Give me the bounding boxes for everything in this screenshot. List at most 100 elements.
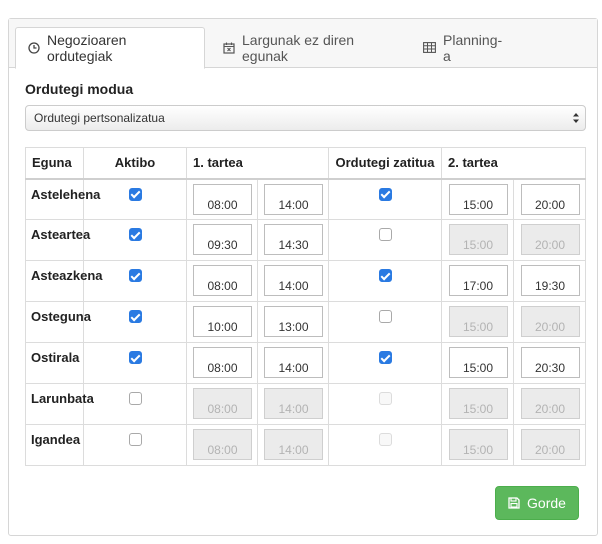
schedule-panel: Negozioaren ordutegiak Largunak ez diren… bbox=[8, 18, 598, 536]
range-2-cell: 15:00 20:00 bbox=[441, 383, 586, 425]
range-2-start-input: 15:00 bbox=[448, 224, 508, 255]
split-checkbox bbox=[378, 433, 392, 446]
active-checkbox[interactable] bbox=[128, 310, 142, 323]
select-arrows-icon bbox=[573, 113, 579, 123]
day-name: Larunbata bbox=[25, 383, 94, 425]
range-1-cell: 10:00 13:00 bbox=[186, 301, 329, 343]
table-row: Asteartea 09:30 14:30 15:00 20:00 bbox=[25, 219, 586, 261]
header-range-1: 1. tartea bbox=[186, 147, 329, 180]
active-cell bbox=[83, 301, 187, 343]
tab-label: Largunak ez diren egunak bbox=[242, 31, 355, 64]
range-2-end-input[interactable]: 20:30 bbox=[520, 347, 580, 378]
split-cell bbox=[328, 178, 442, 220]
split-checkbox[interactable] bbox=[378, 187, 392, 201]
table-row: Ostirala 08:00 14:00 15:00 20:30 bbox=[25, 342, 586, 384]
tab-planning[interactable]: Planning-a bbox=[411, 27, 521, 68]
table-row: Astelehena 08:00 14:00 15:00 20:00 bbox=[25, 178, 586, 220]
range-1-start-input[interactable]: 08:00 bbox=[193, 347, 252, 378]
split-checkbox[interactable] bbox=[378, 351, 392, 364]
table-row: Larunbata 08:00 14:00 15:00 20:00 bbox=[25, 383, 586, 425]
range-1-end-input[interactable]: 14:00 bbox=[264, 183, 323, 215]
header-active: Aktibo bbox=[83, 147, 187, 180]
table-icon bbox=[423, 42, 436, 53]
range-1-start-input: 08:00 bbox=[193, 429, 252, 460]
tab-bar: Negozioaren ordutegiak Largunak ez diren… bbox=[9, 19, 597, 69]
range-1-cell: 08:00 14:00 bbox=[186, 260, 329, 302]
range-1-end-input[interactable]: 14:00 bbox=[264, 347, 323, 378]
active-cell bbox=[83, 383, 187, 425]
range-1-start-input[interactable]: 10:00 bbox=[193, 306, 252, 337]
schedule-mode-value: Ordutegi pertsonalizatua bbox=[34, 111, 165, 125]
split-cell bbox=[328, 383, 442, 425]
day-name: Osteguna bbox=[25, 301, 91, 343]
tab-business-hours[interactable]: Negozioaren ordutegiak bbox=[15, 27, 205, 69]
split-checkbox[interactable] bbox=[378, 310, 392, 323]
range-2-start-input[interactable]: 17:00 bbox=[448, 265, 508, 296]
range-1-start-input: 08:00 bbox=[193, 388, 252, 419]
split-checkbox[interactable] bbox=[378, 269, 392, 282]
header-split: Ordutegi zatitua bbox=[328, 147, 442, 180]
tab-non-working-days[interactable]: Largunak ez diren egunak bbox=[211, 27, 403, 68]
table-row: Asteazkena 08:00 14:00 17:00 19:30 bbox=[25, 260, 586, 302]
range-2-start-input: 15:00 bbox=[448, 388, 508, 419]
range-1-end-input[interactable]: 13:00 bbox=[264, 306, 323, 337]
range-2-end-input: 20:00 bbox=[520, 306, 580, 337]
range-2-cell: 15:00 20:30 bbox=[441, 342, 586, 384]
active-checkbox[interactable] bbox=[128, 187, 142, 201]
range-1-start-input[interactable]: 08:00 bbox=[193, 183, 252, 215]
range-2-cell: 15:00 20:00 bbox=[441, 301, 586, 343]
split-checkbox[interactable] bbox=[378, 228, 392, 241]
range-1-start-input[interactable]: 08:00 bbox=[193, 265, 252, 296]
day-name: Asteazkena bbox=[25, 260, 103, 302]
day-name: Asteartea bbox=[25, 219, 90, 261]
schedule-mode-select[interactable]: Ordutegi pertsonalizatua bbox=[25, 105, 586, 131]
range-2-cell: 15:00 20:00 bbox=[441, 178, 586, 220]
header-range-2: 2. tartea bbox=[441, 147, 586, 180]
range-2-cell: 15:00 20:00 bbox=[441, 424, 586, 466]
active-checkbox[interactable] bbox=[128, 433, 142, 446]
active-cell bbox=[83, 342, 187, 384]
split-cell bbox=[328, 301, 442, 343]
range-2-start-input[interactable]: 15:00 bbox=[448, 347, 508, 378]
active-cell bbox=[83, 219, 187, 261]
active-checkbox[interactable] bbox=[128, 351, 142, 364]
schedule-mode-label: Ordutegi modua bbox=[25, 81, 134, 97]
range-1-start-input[interactable]: 09:30 bbox=[193, 224, 252, 255]
calendar-x-icon bbox=[223, 42, 235, 54]
range-2-end-input: 20:00 bbox=[520, 429, 580, 460]
tab-label: Planning-a bbox=[443, 31, 503, 64]
range-1-end-input[interactable]: 14:00 bbox=[264, 265, 323, 296]
schedule-table: Eguna Aktibo 1. tartea Ordutegi zatitua … bbox=[25, 147, 586, 466]
range-1-end-input[interactable]: 14:30 bbox=[264, 224, 323, 255]
active-cell bbox=[83, 424, 187, 466]
table-row: Osteguna 10:00 13:00 15:00 20:00 bbox=[25, 301, 586, 343]
save-label: Gorde bbox=[527, 495, 566, 511]
range-2-end-input[interactable]: 20:00 bbox=[520, 183, 580, 215]
range-2-end-input: 20:00 bbox=[520, 388, 580, 419]
table-row: Igandea 08:00 14:00 15:00 20:00 bbox=[25, 424, 586, 466]
split-cell bbox=[328, 219, 442, 261]
range-1-cell: 08:00 14:00 bbox=[186, 424, 329, 466]
active-checkbox[interactable] bbox=[128, 228, 142, 241]
range-2-start-input[interactable]: 15:00 bbox=[448, 183, 508, 215]
range-1-end-input: 14:00 bbox=[264, 429, 323, 460]
range-2-cell: 17:00 19:30 bbox=[441, 260, 586, 302]
active-checkbox[interactable] bbox=[128, 392, 142, 405]
range-1-cell: 08:00 14:00 bbox=[186, 342, 329, 384]
day-name: Igandea bbox=[25, 424, 84, 466]
table-header-row: Eguna Aktibo 1. tartea Ordutegi zatitua … bbox=[25, 147, 586, 180]
split-cell bbox=[328, 424, 442, 466]
save-button[interactable]: Gorde bbox=[495, 486, 579, 520]
range-2-end-input[interactable]: 19:30 bbox=[520, 265, 580, 296]
range-1-end-input: 14:00 bbox=[264, 388, 323, 419]
tab-label: Negozioaren ordutegiak bbox=[47, 32, 127, 64]
range-1-cell: 08:00 14:00 bbox=[186, 178, 329, 220]
range-2-start-input: 15:00 bbox=[448, 306, 508, 337]
active-checkbox[interactable] bbox=[128, 269, 142, 282]
clock-icon bbox=[28, 42, 40, 54]
range-2-start-input: 15:00 bbox=[448, 429, 508, 460]
split-cell bbox=[328, 342, 442, 384]
range-1-cell: 08:00 14:00 bbox=[186, 383, 329, 425]
range-2-end-input: 20:00 bbox=[520, 224, 580, 255]
day-name: Ostirala bbox=[25, 342, 84, 384]
